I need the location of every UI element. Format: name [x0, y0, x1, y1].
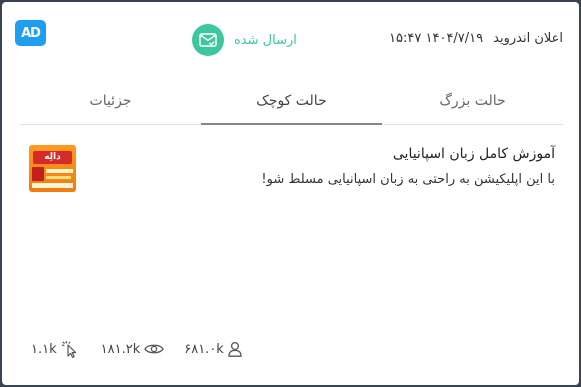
click-cursor-icon	[61, 340, 76, 358]
notification-card: AD ارسال شده اعلان اندروید ۱۴۰۴/۷/۱۹ ۱۵:…	[2, 2, 579, 385]
ad-thumbnail: دالِه	[29, 145, 76, 192]
sent-mail-icon	[192, 24, 224, 56]
app-logo: AD	[15, 20, 46, 46]
page-title: اعلان اندروید	[493, 31, 563, 46]
ad-content: آموزش کامل زبان اسپانیایی با این اپلیکیش…	[261, 146, 555, 187]
users-stat: ۶۸۱.۰k	[184, 341, 242, 357]
ad-description: با این اپلیکیشن به راحتی به زبان اسپانیا…	[261, 172, 555, 187]
user-icon	[228, 341, 242, 357]
views-stat: ۱۸۱.۲k	[101, 342, 165, 357]
tab-large[interactable]: حالت بزرگ	[382, 82, 563, 124]
clicks-value: ۱.۱k	[31, 341, 57, 357]
tab-bar: حالت بزرگ حالت کوچک جزئیات	[20, 82, 563, 125]
tab-details[interactable]: جزئیات	[20, 82, 201, 124]
clicks-stat: ۱.۱k	[31, 340, 81, 358]
status-label: ارسال شده	[234, 32, 297, 48]
datetime: ۱۴۰۴/۷/۱۹ ۱۵:۴۷	[389, 31, 484, 46]
eye-icon	[144, 344, 164, 354]
status-indicator: ارسال شده	[192, 24, 297, 56]
users-value: ۶۸۱.۰k	[184, 341, 224, 357]
thumbnail-text: دالِه	[33, 151, 72, 164]
views-value: ۱۸۱.۲k	[100, 341, 141, 357]
stats-bar: ۱.۱k ۱۸۱.۲k ۶۸۱.۰k	[31, 340, 242, 358]
ad-title: آموزش کامل زبان اسپانیایی	[392, 146, 555, 162]
tab-small[interactable]: حالت کوچک	[201, 82, 382, 125]
header-title-row: اعلان اندروید ۱۴۰۴/۷/۱۹ ۱۵:۴۷	[389, 31, 563, 46]
